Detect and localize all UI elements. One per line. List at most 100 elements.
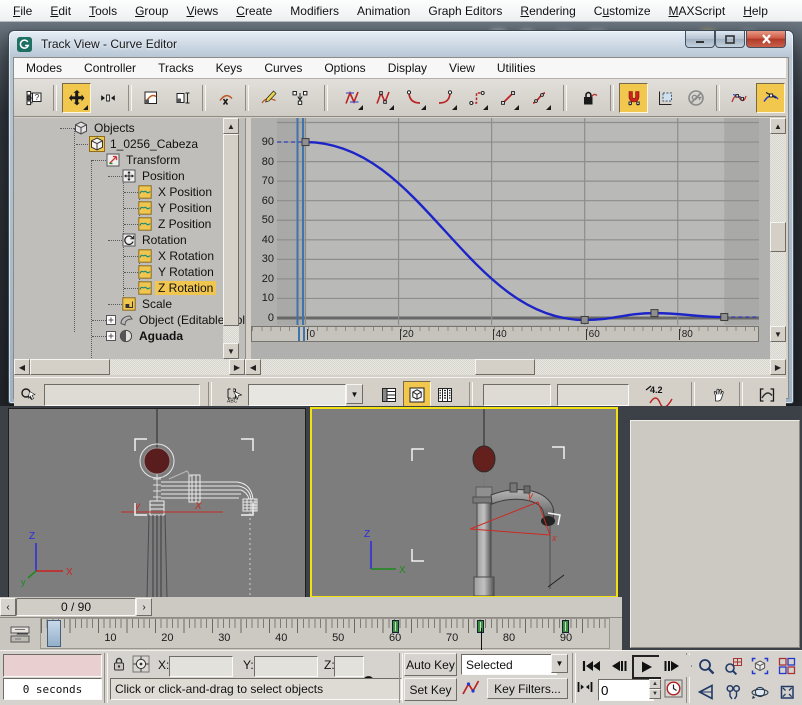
absolute-mode-icon[interactable] xyxy=(132,655,150,673)
scroll-thumb[interactable] xyxy=(475,359,535,375)
y-coord-field[interactable] xyxy=(254,656,318,677)
spinner-down-icon[interactable]: ▼ xyxy=(649,689,661,699)
tv-menu-modes[interactable]: Modes xyxy=(24,59,73,77)
maxscript-mini-listener[interactable] xyxy=(3,654,102,677)
name-filter-input[interactable] xyxy=(44,384,200,406)
menu-item-animation[interactable]: Animation xyxy=(348,2,419,20)
time-ruler-label[interactable]: 60 xyxy=(586,329,600,340)
tree-item-y-rotation[interactable]: Y Rotation xyxy=(138,264,217,280)
z-coord-field[interactable] xyxy=(334,656,364,677)
add-keys-icon[interactable] xyxy=(211,83,240,113)
zoom-extents-all-icon[interactable] xyxy=(773,654,800,678)
frame-number-field[interactable] xyxy=(598,679,654,701)
key-filters-button[interactable]: Key Filters... xyxy=(487,678,568,699)
tree-item-scale[interactable]: Scale xyxy=(122,296,175,312)
scroll-down-arrow[interactable]: ▼ xyxy=(770,326,786,342)
tv-menu-options[interactable]: Options xyxy=(322,59,376,77)
snap-frames-icon[interactable] xyxy=(619,83,648,113)
scroll-thumb[interactable] xyxy=(30,359,110,375)
next-frame-button[interactable]: › xyxy=(136,598,152,616)
show-keyable-icon[interactable] xyxy=(681,83,710,113)
trackbar-frame-label[interactable]: 20 xyxy=(161,632,173,644)
tv-menu-view[interactable]: View xyxy=(447,59,486,77)
menu-item-edit[interactable]: Edit xyxy=(41,2,80,20)
filters-icon[interactable]: ? xyxy=(19,83,48,113)
tree-item-z-rotation[interactable]: Z Rotation xyxy=(138,280,216,296)
trackbar-frame-label[interactable]: 40 xyxy=(275,632,287,644)
graph-vertical-scrollbar[interactable]: ▲ ▼ xyxy=(770,118,786,359)
tree-vertical-scrollbar[interactable]: ▲ ▼ xyxy=(223,118,239,359)
lock-selection-icon[interactable] xyxy=(576,83,605,113)
trackbar-frame-label[interactable]: 30 xyxy=(218,632,230,644)
viewport-left-wireframe[interactable]: X y Z X y xyxy=(8,408,306,598)
param-out-of-range-icon[interactable] xyxy=(650,83,679,113)
previous-frame-button[interactable]: ‹ xyxy=(0,598,16,616)
close-button[interactable] xyxy=(746,31,786,48)
tree-item-aguada[interactable]: Aguada xyxy=(106,328,186,344)
scroll-thumb[interactable] xyxy=(223,134,239,326)
trackbar-frame-label[interactable]: 50 xyxy=(332,632,344,644)
graph-horizontal-scrollbar[interactable]: ◀ ▶ xyxy=(245,359,786,375)
menu-item-customize[interactable]: Customize xyxy=(585,2,660,20)
trackbar-frame-label[interactable]: 80 xyxy=(503,632,515,644)
time-slider-handle[interactable] xyxy=(47,620,61,647)
tree-item-x-position[interactable]: X Position xyxy=(138,184,215,200)
key-value-field[interactable] xyxy=(557,384,629,406)
tree-horizontal-scrollbar[interactable]: ◀ ▶ xyxy=(14,359,245,375)
scroll-left-arrow[interactable]: ◀ xyxy=(245,359,261,375)
animation-key[interactable] xyxy=(392,620,399,633)
tangent-slow-icon[interactable] xyxy=(431,83,460,113)
go-start-icon[interactable] xyxy=(578,655,605,677)
scroll-right-arrow[interactable]: ▶ xyxy=(229,359,245,375)
scale-keys-icon[interactable] xyxy=(137,83,166,113)
current-time-indicator[interactable] xyxy=(298,327,300,341)
dropdown-arrow-icon[interactable]: ▼ xyxy=(346,384,363,404)
tv-menu-tracks[interactable]: Tracks xyxy=(156,59,205,77)
scroll-up-arrow[interactable]: ▲ xyxy=(223,118,239,134)
pan-icon[interactable] xyxy=(719,680,746,704)
tangent-smooth-icon[interactable] xyxy=(524,83,553,113)
menu-item-views[interactable]: Views xyxy=(177,2,227,20)
next-frame-icon[interactable] xyxy=(659,655,686,677)
dropdown-arrow-icon[interactable]: ▼ xyxy=(551,654,568,673)
tv-menu-keys[interactable]: Keys xyxy=(214,59,254,77)
tangent-step-icon[interactable] xyxy=(462,83,491,113)
scroll-thumb[interactable] xyxy=(770,222,786,252)
tv-menu-display[interactable]: Display xyxy=(386,59,438,77)
selection-lock-icon[interactable] xyxy=(112,656,126,672)
tree-item-x-rotation[interactable]: X Rotation xyxy=(138,248,217,264)
trackbar-frame-label[interactable]: 90 xyxy=(560,632,572,644)
reduce-keys-icon[interactable] xyxy=(286,83,315,113)
menu-item-create[interactable]: Create xyxy=(227,2,281,20)
maximize-button[interactable] xyxy=(715,31,745,48)
tree-item-objects[interactable]: Objects xyxy=(74,120,138,136)
mini-curve-editor-icon[interactable] xyxy=(6,620,34,648)
tangent-fast-icon[interactable] xyxy=(399,83,428,113)
current-frame-display[interactable]: 0 / 90 xyxy=(16,598,136,616)
tree-item-transform[interactable]: Transform xyxy=(106,152,183,168)
scroll-left-arrow[interactable]: ◀ xyxy=(14,359,30,375)
tv-menu-utilities[interactable]: Utilities xyxy=(495,59,547,77)
time-ruler-label[interactable]: 40 xyxy=(493,329,507,340)
track-set-dropdown[interactable]: ▼ xyxy=(248,384,363,406)
viewport-right-shaded[interactable]: y x Z X xyxy=(310,407,618,598)
time-tag[interactable]: 0 seconds xyxy=(3,678,102,700)
minimize-button[interactable] xyxy=(685,31,715,48)
trackbar-frame-label[interactable]: 70 xyxy=(446,632,458,644)
expand-icon[interactable] xyxy=(106,315,116,325)
fov-icon[interactable] xyxy=(692,680,719,704)
time-ruler-label[interactable]: 0 xyxy=(307,329,316,340)
slide-keys-icon[interactable] xyxy=(93,83,122,113)
curve-plot[interactable] xyxy=(277,118,759,325)
scroll-up-arrow[interactable]: ▲ xyxy=(770,118,786,134)
move-keys-icon[interactable] xyxy=(62,83,91,113)
x-coord-field[interactable] xyxy=(169,656,233,677)
tree-item-position[interactable]: Position xyxy=(122,168,188,184)
time-ruler-label[interactable]: 20 xyxy=(400,329,414,340)
menu-item-maxscript[interactable]: MAXScript xyxy=(660,2,735,20)
track-view-titlebar[interactable]: Track View - Curve Editor xyxy=(9,31,793,57)
track-bar-ruler[interactable]: 102030405060708090 xyxy=(40,618,610,649)
menu-item-rendering[interactable]: Rendering xyxy=(511,2,584,20)
orbit-icon[interactable] xyxy=(746,680,773,704)
menu-item-help[interactable]: Help xyxy=(734,2,777,20)
